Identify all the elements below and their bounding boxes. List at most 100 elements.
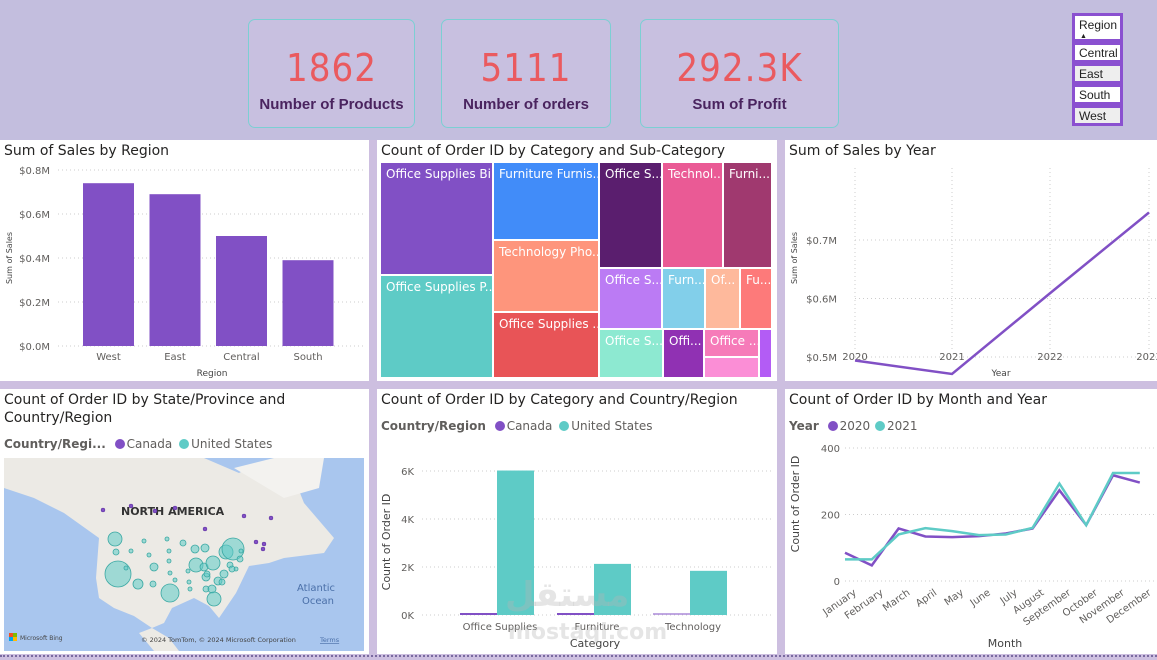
map-bubble-canada[interactable]: [241, 513, 247, 519]
map-bubble-us[interactable]: [190, 544, 200, 554]
map-terms-link[interactable]: Terms: [319, 636, 340, 644]
map-bubble-us[interactable]: [166, 548, 172, 554]
map-bubble-canada[interactable]: [172, 505, 178, 511]
map-bubble-us[interactable]: [172, 577, 178, 583]
treemap-cell[interactable]: Office S...: [599, 329, 663, 378]
x-tick-label: June: [968, 587, 993, 609]
map-bubble-us[interactable]: [123, 565, 129, 571]
map-bubble-canada[interactable]: [253, 539, 259, 545]
map-bubble-us[interactable]: [236, 555, 244, 563]
map-panel[interactable]: Count of Order ID by State/Province and …: [0, 389, 369, 654]
map-bubble-us[interactable]: [132, 578, 144, 590]
bar-canada[interactable]: [653, 613, 690, 615]
map-bubble-us[interactable]: [185, 568, 191, 574]
slicer-header[interactable]: Region ▲: [1072, 13, 1123, 42]
y-tick-label: 4K: [401, 515, 414, 526]
map-bubble-canada[interactable]: [202, 526, 208, 532]
map-bubble-us[interactable]: [164, 536, 170, 542]
y-tick-label: 0K: [401, 611, 414, 622]
treemap-cell[interactable]: Office Supplies Bi...: [380, 162, 493, 275]
treemap-cell[interactable]: Of...: [705, 268, 740, 329]
x-axis-title: Region: [197, 369, 228, 379]
treemap-cell[interactable]: Office S...: [599, 268, 662, 329]
map-bubble-us[interactable]: [146, 552, 152, 558]
slicer-item-south[interactable]: South: [1072, 84, 1123, 105]
map-bubble-us[interactable]: [206, 591, 222, 607]
map-bubble-us[interactable]: [149, 562, 159, 572]
bar-east[interactable]: [149, 194, 201, 346]
sort-ascending-icon[interactable]: ▲: [1080, 33, 1087, 40]
bar-south[interactable]: [282, 260, 334, 346]
treemap-cell[interactable]: [759, 329, 772, 378]
map-bubble-us[interactable]: [128, 548, 134, 554]
bar-canada[interactable]: [460, 613, 497, 615]
map-bubble-us[interactable]: [167, 570, 173, 576]
map-bubble-us[interactable]: [160, 583, 180, 603]
treemap-cell[interactable]: Furn...: [662, 268, 705, 329]
treemap-cell[interactable]: [704, 357, 759, 378]
treemap-cell[interactable]: Fu...: [740, 268, 772, 329]
map-bubble-us[interactable]: [200, 543, 210, 553]
map-bubble-us[interactable]: [219, 569, 229, 579]
y-tick-label: 0: [834, 577, 840, 588]
treemap-cell[interactable]: Office S...: [599, 162, 662, 268]
kpi-label: Number of orders: [463, 96, 589, 113]
watermark-latin: mostaql.com: [508, 620, 668, 645]
map-bubble-us[interactable]: [205, 555, 221, 571]
map-bubble-us[interactable]: [104, 560, 132, 588]
line-series-2020[interactable]: [844, 473, 1141, 567]
slicer-item-central[interactable]: Central: [1072, 42, 1123, 63]
x-tick-label: April: [914, 587, 939, 609]
map-bubble-canada[interactable]: [128, 503, 134, 509]
map-bubble-us[interactable]: [203, 570, 211, 578]
map-bubble-us[interactable]: [107, 531, 123, 547]
treemap-cell[interactable]: Technology Pho...: [493, 240, 599, 312]
kpi-card-products[interactable]: 1862 Number of Products: [248, 19, 415, 128]
slicer-item-east[interactable]: East: [1072, 63, 1123, 84]
map-canvas: NORTH AMERICA Atlantic Ocean Microsoft B…: [4, 458, 364, 651]
map-bubble-us[interactable]: [186, 579, 192, 585]
treemap-cell[interactable]: Office Supplies P...: [380, 275, 493, 378]
treemap-panel[interactable]: Count of Order ID by Category and Sub-Ca…: [377, 140, 777, 381]
x-tick-label: East: [164, 352, 186, 363]
map-bubble-canada[interactable]: [260, 546, 266, 552]
map-bubble-us[interactable]: [179, 539, 187, 547]
map-bubble-canada[interactable]: [152, 508, 158, 514]
bar-central[interactable]: [216, 236, 267, 346]
sales-by-region-chart: $0.0M $0.2M $0.4M $0.6M $0.8M West East Central…: [5, 166, 365, 379]
treemap-cell[interactable]: Furni...: [723, 162, 772, 268]
map-bubble-us[interactable]: [149, 580, 157, 588]
bar-united-states[interactable]: [690, 570, 727, 615]
line-series-2021[interactable]: [845, 471, 1140, 561]
map-bubble-canada[interactable]: [268, 515, 274, 521]
treemap-cell[interactable]: Furniture Furnis...: [493, 162, 599, 240]
map-bubble-us[interactable]: [238, 548, 244, 554]
treemap-cell[interactable]: Technol...: [662, 162, 723, 268]
month-year-panel[interactable]: Count of Order ID by Month and Year Year…: [785, 389, 1157, 654]
continent-label: NORTH AMERICA: [121, 505, 225, 518]
y-tick-label: $0.6M: [19, 210, 50, 221]
kpi-card-profit[interactable]: 292.3K Sum of Profit: [640, 19, 839, 128]
map-bubble-us[interactable]: [141, 538, 147, 544]
map-bubble-us[interactable]: [228, 565, 236, 573]
sales-by-region-panel[interactable]: Sum of Sales by Region $0.0M $0.2M $0.4M $0…: [0, 140, 369, 381]
map-bubble-canada[interactable]: [261, 541, 267, 547]
map-bubble-us[interactable]: [187, 586, 193, 592]
slicer-item-west[interactable]: West: [1072, 105, 1123, 126]
kpi-card-orders[interactable]: 5111 Number of orders: [441, 19, 611, 128]
treemap-cell[interactable]: Offi...: [663, 329, 704, 378]
sales-by-year-panel[interactable]: Sum of Sales by Year $0.5M $0.6M $0.7M 2020…: [785, 140, 1157, 381]
sales-line[interactable]: [854, 211, 1150, 376]
treemap-cell[interactable]: Office ...: [704, 329, 759, 357]
map-bubble-us[interactable]: [218, 578, 226, 586]
bing-map[interactable]: NORTH AMERICA Atlantic Ocean Microsoft B…: [4, 458, 364, 651]
sales-by-year-chart: $0.5M$0.6M$0.7M2020202120222023YearSum o…: [790, 168, 1157, 379]
map-bubble-us[interactable]: [166, 558, 172, 564]
bar-west[interactable]: [83, 183, 134, 346]
map-bubble-us[interactable]: [112, 548, 120, 556]
treemap-cell[interactable]: Office Supplies ...: [493, 312, 599, 378]
legend-united-states[interactable]: United States: [191, 437, 272, 451]
month-year-chart: 0200400JanuaryFebruaryMarch April May June J…: [789, 444, 1157, 650]
legend-canada[interactable]: Canada: [127, 437, 173, 451]
map-bubble-canada[interactable]: [100, 507, 106, 513]
